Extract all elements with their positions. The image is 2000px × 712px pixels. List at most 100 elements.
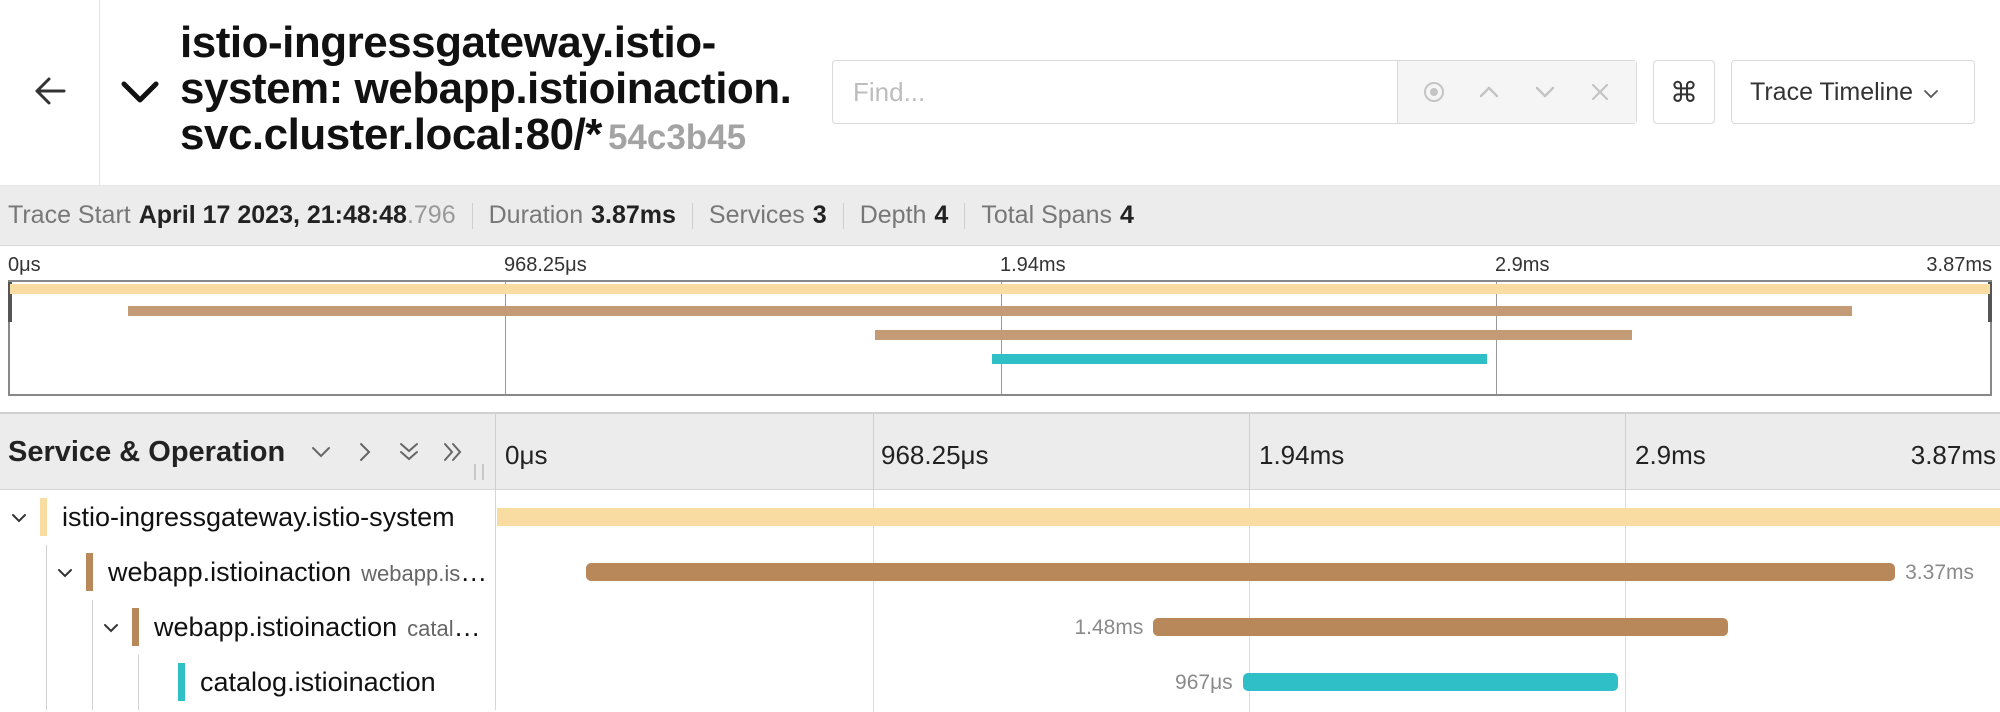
expand-collapse-controls — [299, 432, 475, 472]
depth: Depth 4 — [860, 201, 949, 230]
close-icon[interactable] — [1580, 72, 1620, 112]
minimap-tick: 2.9ms — [1495, 254, 1550, 276]
span-row[interactable]: webapp.istioinaction webapp.istioinaction… — [0, 545, 2000, 600]
indent-guide — [92, 655, 93, 710]
view-type-select[interactable]: Trace Timeline — [1731, 60, 1975, 124]
trace-start-label: Trace Start — [8, 201, 131, 229]
services-value: 3 — [812, 201, 827, 229]
view-type-label: Trace Timeline — [1750, 77, 1914, 106]
indent-guide — [92, 600, 93, 655]
total-spans-label: Total Spans — [981, 201, 1112, 229]
trace-start-value: April 17 2023, 21:48:48 — [138, 201, 407, 229]
chevron-down-icon[interactable] — [50, 558, 80, 588]
span-service-name[interactable]: webapp.istioinaction catalog.istioinactio… — [154, 600, 488, 655]
keyboard-shortcuts-button[interactable]: ⌘ — [1653, 60, 1715, 124]
indent-guide — [138, 655, 139, 710]
depth-value: 4 — [934, 201, 949, 229]
indent-guide — [46, 600, 47, 655]
service-color-marker — [178, 663, 185, 701]
timeline-tick: 0μs — [505, 440, 548, 470]
span-service-name[interactable]: istio-ingressgateway.istio-system — [62, 490, 488, 545]
minimap-span-bar — [127, 306, 1852, 316]
timeline-ticks: 0μs 968.25μs 1.94ms 2.9ms 3.87ms — [497, 414, 2000, 490]
span-bar-cell — [497, 490, 2000, 545]
span-rows: istio-ingressgateway.istio-system webapp.… — [0, 490, 2000, 712]
chevron-down-icon — [118, 81, 162, 116]
chevron-up-icon[interactable] — [1469, 72, 1509, 112]
indent-guide — [46, 655, 47, 710]
find-box — [832, 60, 1637, 124]
collapse-one-icon[interactable] — [299, 432, 343, 472]
span-duration-label: 3.37ms — [1905, 561, 1974, 584]
span-service-name[interactable]: catalog.istioinaction — [200, 655, 488, 710]
find-input[interactable] — [833, 61, 1398, 123]
trace-title-line: istio-ingressgateway.istio- — [180, 18, 716, 67]
trace-title-line: system: webapp.istioinaction. — [180, 64, 792, 113]
timeline-gridline — [1625, 414, 1626, 490]
divider — [842, 202, 844, 229]
trace-title: istio-ingressgateway.istio- system: weba… — [180, 20, 820, 161]
minimap-canvas[interactable] — [8, 280, 1992, 396]
span-duration-label: 967μs — [1175, 671, 1233, 694]
chevron-down-icon[interactable] — [1525, 72, 1565, 112]
locate-icon[interactable] — [1414, 72, 1454, 112]
minimap-tick: 3.87ms — [1926, 254, 1992, 276]
span-bar-cell: 3.37ms — [497, 545, 2000, 600]
expand-one-icon[interactable] — [343, 432, 387, 472]
trace-minimap[interactable]: 0μs 968.25μs 1.94ms 2.9ms 3.87ms — [0, 246, 2000, 404]
span-name-cell: webapp.istioinaction webapp.istioinaction… — [0, 545, 496, 600]
back-button[interactable] — [0, 0, 100, 186]
duration: Duration 3.87ms — [489, 201, 676, 230]
timeline-tick: 1.94ms — [1259, 440, 1345, 470]
span-bar-cell: 1.48ms — [497, 600, 2000, 655]
collapse-header-button[interactable] — [118, 72, 162, 112]
minimap-ticks: 0μs 968.25μs 1.94ms 2.9ms 3.87ms — [0, 246, 2000, 280]
depth-label: Depth — [859, 201, 927, 229]
total-spans: Total Spans 4 — [981, 201, 1134, 230]
divider — [471, 202, 473, 229]
minimap-gridline — [505, 282, 506, 394]
column-resizer[interactable] — [474, 464, 484, 480]
timeline-tick: 2.9ms — [1635, 440, 1706, 470]
find-controls — [1398, 61, 1636, 123]
minimap-tick: 1.94ms — [1000, 254, 1066, 276]
operation-name-text: webapp.istioinaction.svc.cluster.local:8… — [361, 561, 488, 586]
span-bar[interactable] — [497, 508, 2000, 526]
expand-all-icon[interactable] — [431, 432, 475, 472]
span-name-cell: catalog.istioinaction — [0, 655, 496, 710]
service-color-marker — [40, 498, 47, 536]
span-row[interactable]: webapp.istioinaction catalog.istioinactio… — [0, 600, 2000, 655]
minimap-span-bar — [10, 284, 1990, 294]
services-label: Services — [708, 201, 805, 229]
span-row[interactable]: istio-ingressgateway.istio-system — [0, 490, 2000, 545]
minimap-tick: 968.25μs — [504, 254, 587, 276]
service-name-text: webapp.istioinaction — [154, 612, 398, 642]
chevron-down-icon — [1913, 78, 1939, 107]
span-bar[interactable] — [1153, 618, 1729, 636]
timeline-header-left: Service & Operation — [0, 414, 496, 490]
trace-start: Trace Start April 17 2023, 21:48:48.796 — [8, 201, 456, 230]
trace-timeline: Service & Operation 0μs 968.25μs 1.94ms … — [0, 412, 2000, 712]
trace-header: istio-ingressgateway.istio- system: weba… — [0, 0, 2000, 186]
chevron-down-icon[interactable] — [4, 503, 34, 533]
service-name-text: catalog.istioinaction — [200, 667, 436, 697]
service-name-text: istio-ingressgateway.istio-system — [62, 502, 455, 532]
collapse-all-icon[interactable] — [387, 432, 431, 472]
timeline-tick: 968.25μs — [881, 440, 989, 470]
span-bar[interactable] — [1242, 673, 1619, 691]
span-duration-label: 1.48ms — [1074, 616, 1144, 639]
span-row[interactable]: catalog.istioinaction 967μs — [0, 655, 2000, 710]
trace-summary: Trace Start April 17 2023, 21:48:48.796 … — [0, 186, 2000, 246]
span-bar-cell: 967μs — [497, 655, 2000, 710]
minimap-span-bar — [874, 330, 1632, 340]
service-color-marker — [86, 553, 93, 591]
service-operation-header: Service & Operation — [8, 435, 286, 468]
arrow-left-icon — [33, 76, 67, 111]
total-spans-value: 4 — [1119, 201, 1134, 229]
chevron-down-icon[interactable] — [96, 613, 126, 643]
timeline-gridline — [1249, 414, 1250, 490]
duration-label: Duration — [488, 201, 584, 229]
timeline-gridline — [873, 414, 874, 490]
span-bar[interactable] — [586, 563, 1896, 581]
span-service-name[interactable]: webapp.istioinaction webapp.istioinaction… — [108, 545, 488, 600]
